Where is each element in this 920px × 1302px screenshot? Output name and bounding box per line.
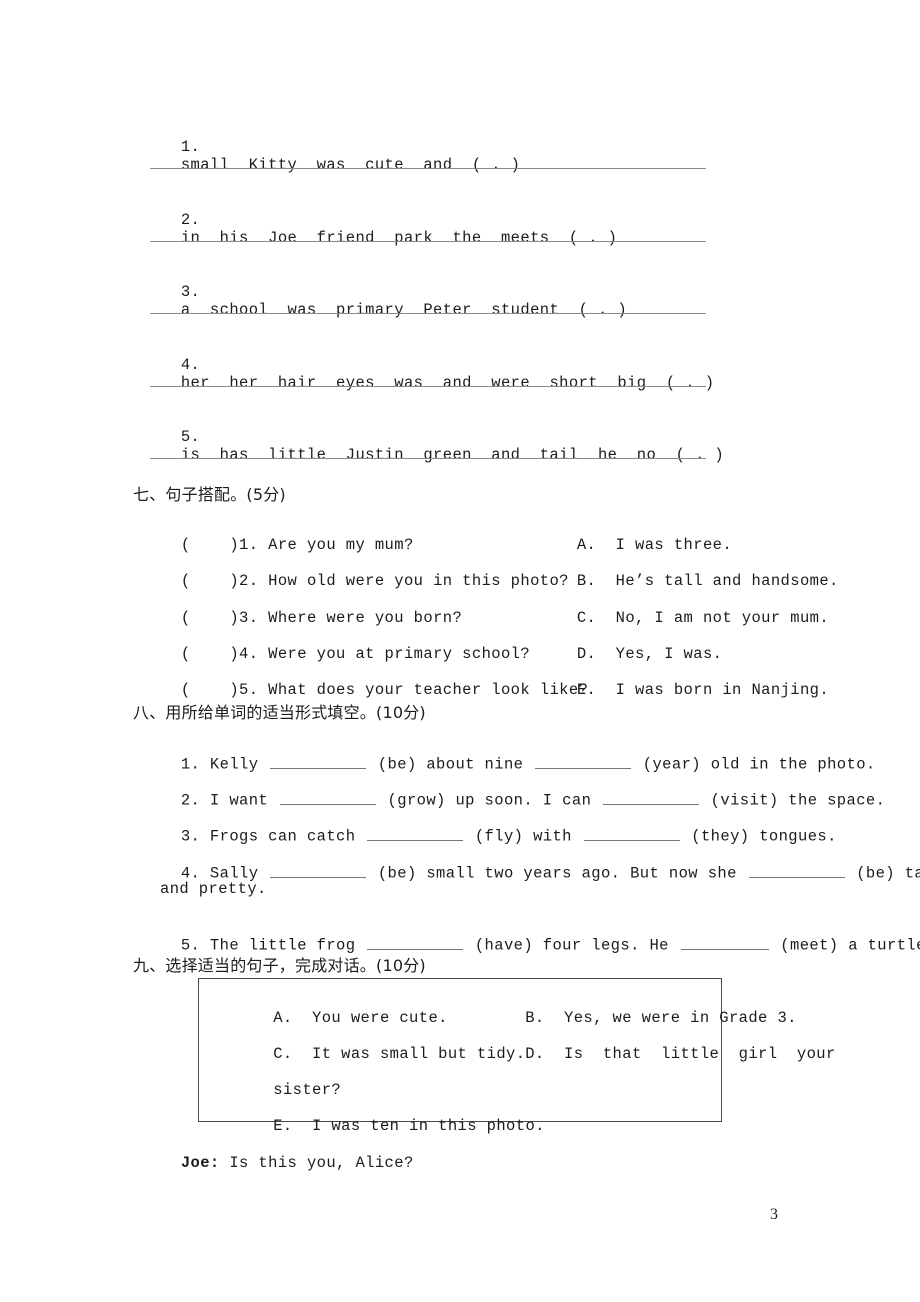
rearrange-item-1: 1. small Kitty was cute and ( . )	[142, 120, 520, 192]
fill-blank[interactable]	[748, 862, 845, 878]
option-letter: B.	[576, 572, 597, 590]
match-question-text: Where were you born?	[268, 609, 463, 627]
dialogue-speaker: Joe:	[180, 1154, 220, 1172]
option-text: I was born in Nanjing.	[615, 681, 830, 699]
item-number: 3.	[239, 609, 259, 627]
answer-line-2[interactable]	[150, 241, 706, 242]
rearrange-item-5: 5. is has little Justin green and tail h…	[142, 410, 724, 482]
fill-blank[interactable]	[279, 789, 376, 805]
answer-line-5[interactable]	[150, 458, 706, 459]
option-text: Yes, I was.	[615, 645, 723, 663]
item-number: 3.	[180, 283, 201, 301]
item-number: 5.	[180, 428, 201, 446]
option-letter: E.	[576, 681, 597, 699]
option-d[interactable]: D. Is that little girl your	[467, 1027, 836, 1081]
answer-bracket[interactable]: ( )	[181, 572, 239, 590]
answer-line-1[interactable]	[150, 168, 706, 169]
option-letter: A.	[273, 1009, 293, 1027]
fill-blank[interactable]	[535, 753, 632, 769]
section-7-heading: 七、句子搭配。(5分)	[133, 485, 286, 504]
answer-bracket[interactable]: ( )	[181, 645, 239, 663]
option-bank-box: A. You were cute. B. Yes, we were in Gra…	[198, 978, 835, 1135]
option-text: Yes, we were in Grade 3.	[564, 1009, 797, 1027]
option-text: You were cute.	[312, 1009, 448, 1027]
item-text: her her hair eyes was and were short big…	[180, 374, 715, 392]
option-letter: D.	[525, 1045, 545, 1063]
dialogue-line-joe: Joe: Is this you, Alice?	[142, 1136, 414, 1190]
item-text: small Kitty was cute and ( . )	[180, 156, 521, 174]
option-text: No, I am not your mum.	[615, 609, 830, 627]
option-letter: C.	[576, 609, 597, 627]
fill-text-c: (meet) a turtle.	[770, 936, 920, 955]
option-text: Is that little girl your	[564, 1045, 836, 1063]
section-9-heading: 九、选择适当的句子，完成对话。(10分)	[133, 956, 426, 975]
answer-bracket[interactable]: ( )	[181, 609, 239, 627]
fill-blank[interactable]	[270, 862, 367, 878]
fill-blank[interactable]	[680, 934, 769, 950]
option-letter: E.	[273, 1117, 293, 1135]
fill-item-4-continuation: and pretty.	[160, 880, 267, 898]
item-text	[258, 536, 268, 554]
option-text: I was three.	[615, 536, 733, 554]
option-letter: C.	[273, 1045, 293, 1063]
item-number: 2.	[239, 572, 259, 590]
answer-line-4[interactable]	[150, 386, 706, 387]
option-letter: A.	[576, 536, 597, 554]
fill-blank[interactable]	[367, 934, 464, 950]
fill-text-b: (have) four legs. He	[465, 936, 679, 955]
answer-line-3[interactable]	[150, 313, 706, 314]
fill-blank[interactable]	[602, 789, 699, 805]
item-number: 2.	[180, 211, 201, 229]
option-text-continuation: sister?	[273, 1081, 342, 1099]
item-number: 5.	[239, 681, 259, 699]
match-right-e: E. I was born in Nanjing.	[538, 663, 829, 717]
item-text: in his Joe friend park the meets ( . )	[180, 229, 618, 247]
fill-blank[interactable]	[583, 825, 680, 841]
section-8-heading: 八、用所给单词的适当形式填空。(10分)	[133, 703, 426, 722]
option-letter: B.	[525, 1009, 545, 1027]
fill-text-c: (be) tall	[856, 864, 920, 883]
item-number: 4.	[239, 645, 259, 663]
page-number: 3	[770, 1206, 778, 1223]
answer-bracket[interactable]: ( )	[181, 536, 239, 554]
option-text: I was ten in this photo.	[312, 1117, 545, 1135]
answer-bracket[interactable]: ( )	[181, 681, 239, 699]
item-text: is has little Justin green and tail he n…	[180, 446, 725, 464]
item-number: 4.	[180, 356, 201, 374]
match-question-text: Are you my mum?	[268, 536, 414, 554]
item-number: 1.	[180, 138, 201, 156]
worksheet-page: 1. small Kitty was cute and ( . ) 2. in …	[0, 0, 920, 1302]
item-number: 1.	[239, 536, 259, 554]
rearrange-item-2: 2. in his Joe friend park the meets ( . …	[142, 193, 617, 265]
option-letter: D.	[576, 645, 597, 663]
item-text: a school was primary Peter student ( . )	[180, 301, 628, 319]
rearrange-item-4: 4. her her hair eyes was and were short …	[142, 338, 714, 410]
dialogue-text: Is this you, Alice?	[219, 1154, 414, 1172]
match-question-text: Were you at primary school?	[268, 645, 531, 663]
fill-text-b: (be) small two years ago. But now she	[368, 864, 747, 883]
option-text: He’s tall and handsome.	[615, 572, 839, 590]
rearrange-item-3: 3. a school was primary Peter student ( …	[142, 265, 627, 337]
match-question-text: How old were you in this photo?	[268, 572, 569, 590]
fill-blank[interactable]	[367, 825, 464, 841]
fill-blank[interactable]	[270, 753, 367, 769]
